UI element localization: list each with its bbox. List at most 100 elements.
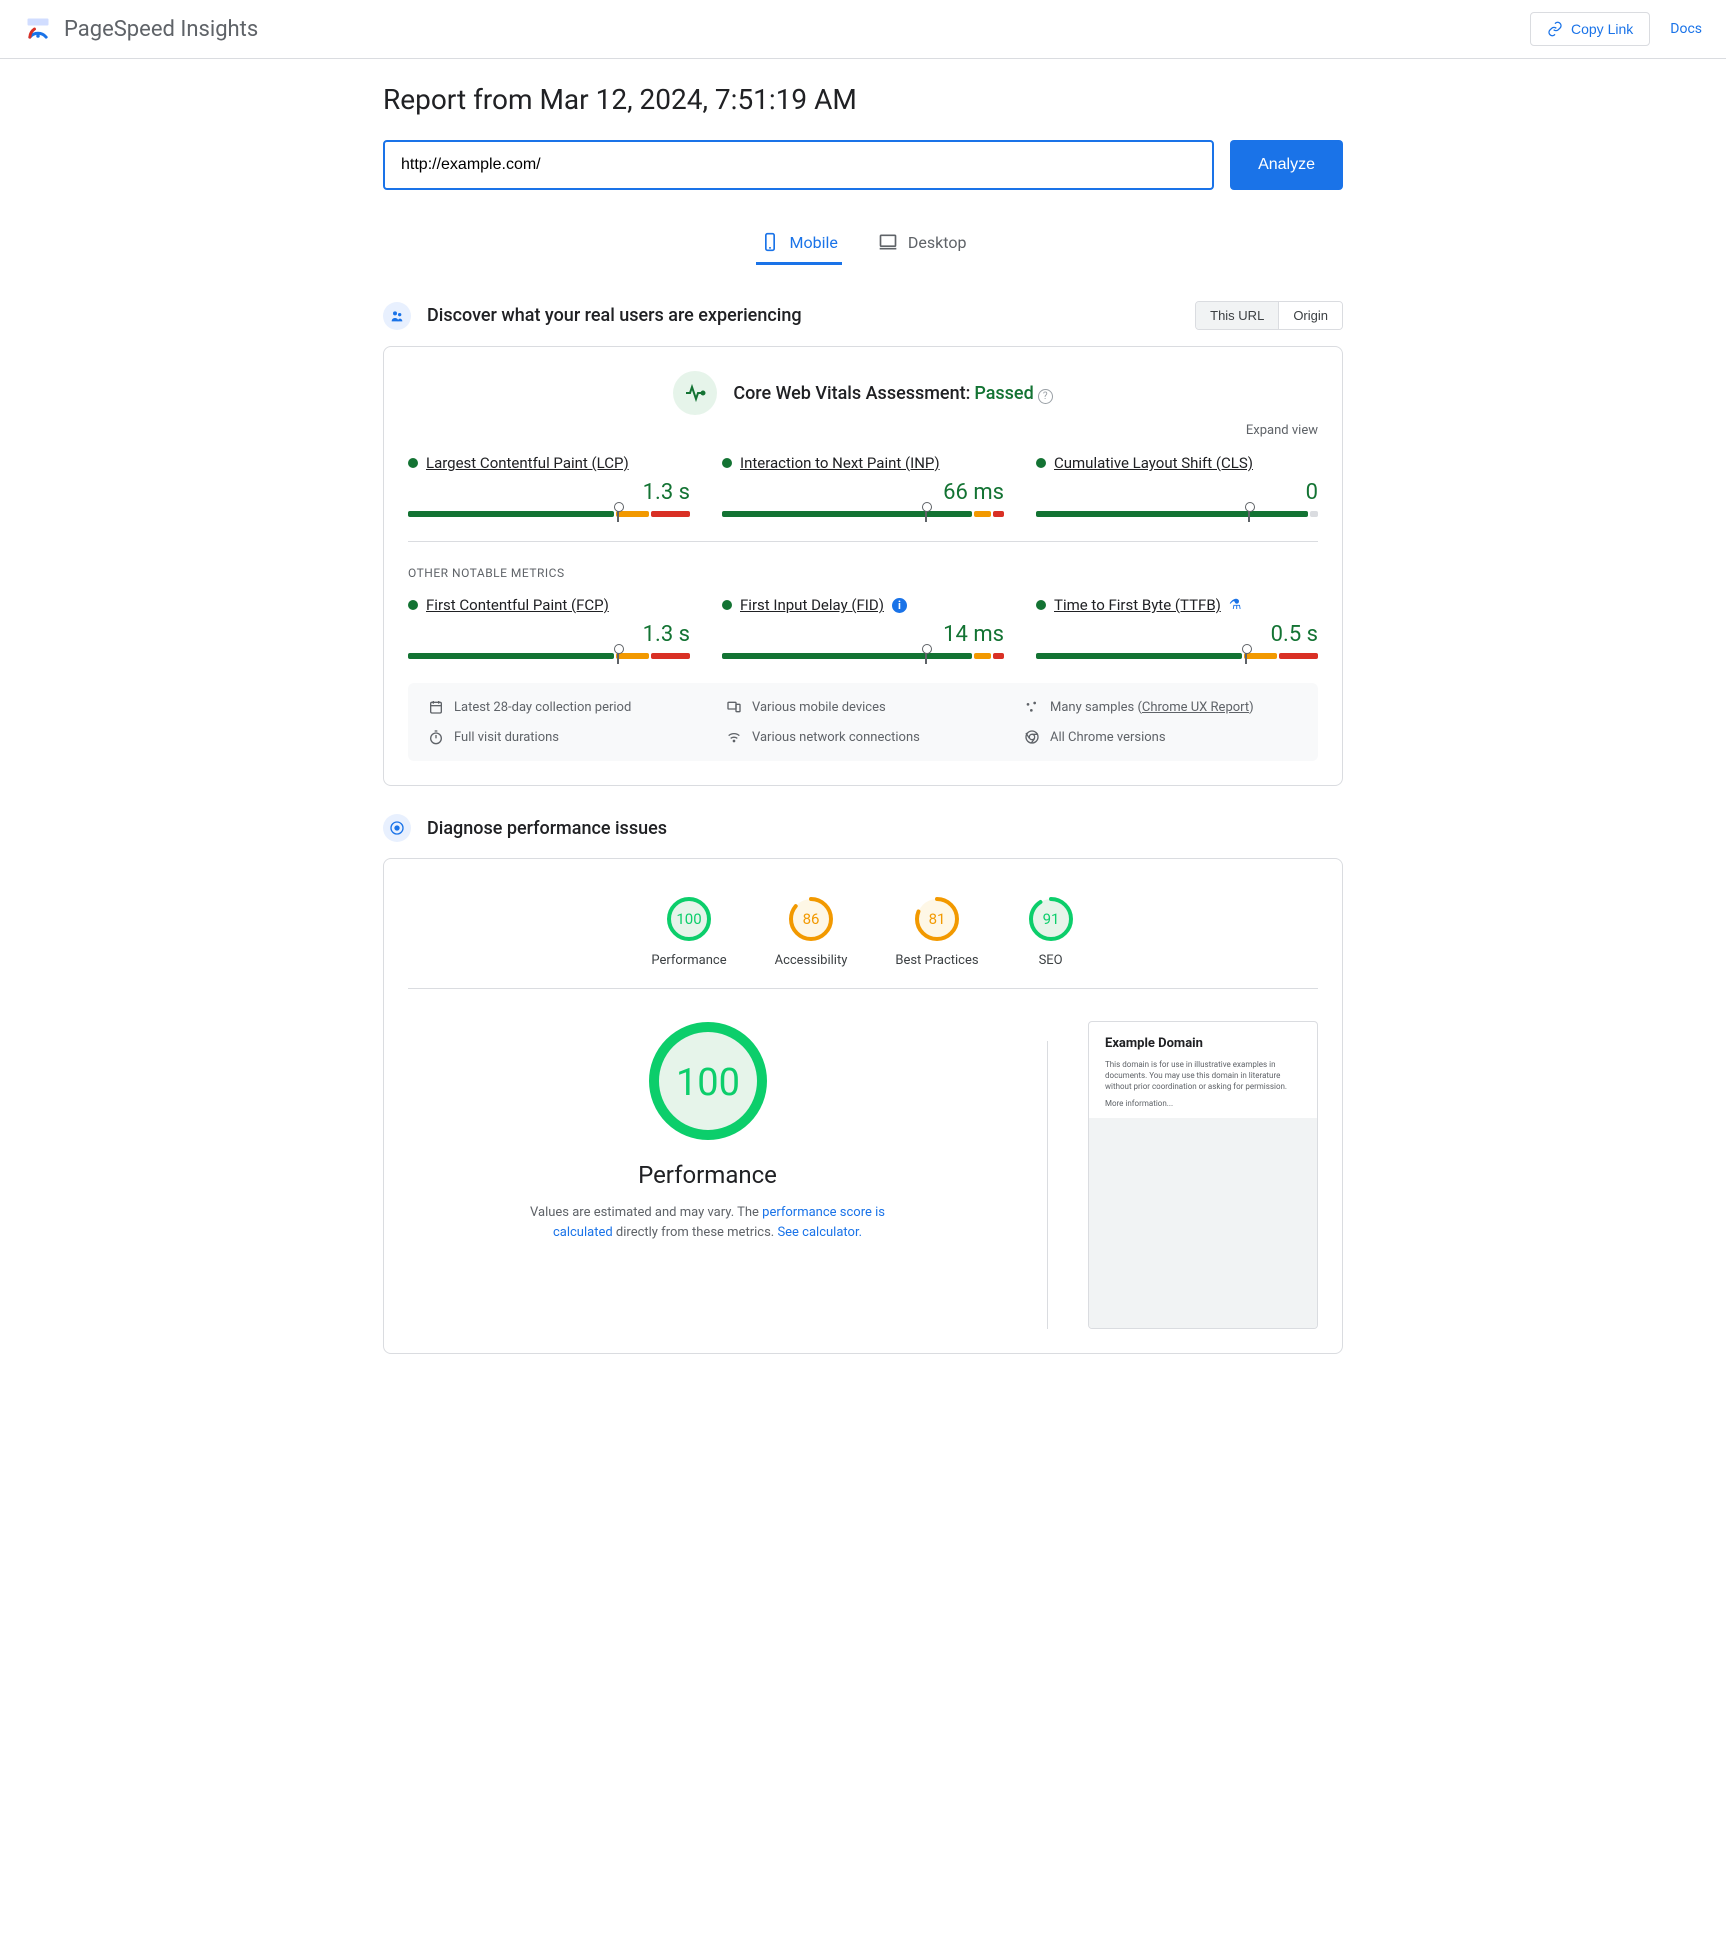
chrome-icon (1024, 729, 1040, 745)
stopwatch-icon (428, 729, 444, 745)
cwv-header: Core Web Vitals Assessment: Passed ? (408, 371, 1318, 415)
analyze-button[interactable]: Analyze (1230, 140, 1343, 190)
status-dot-icon (1036, 600, 1046, 610)
cwv-card: Core Web Vitals Assessment: Passed ? Exp… (383, 346, 1343, 786)
status-dot-icon (722, 458, 732, 468)
perf-right: Example Domain This domain is for use in… (1088, 1021, 1318, 1329)
cwv-status: Passed (974, 383, 1033, 404)
preview-link: More information... (1105, 1099, 1301, 1108)
metric-fcp: First Contentful Paint (FCP) 1.3 s (408, 596, 690, 659)
origin-button[interactable]: Origin (1278, 302, 1342, 329)
metric-distribution-bar (722, 653, 1004, 659)
scatter-icon (1024, 699, 1040, 715)
gauge-circle-icon: 81 (913, 895, 961, 943)
svg-text:91: 91 (1042, 910, 1059, 928)
this-url-button[interactable]: This URL (1196, 302, 1278, 329)
metric-distribution-bar (722, 511, 1004, 517)
status-dot-icon (722, 600, 732, 610)
gauge-circle-icon: 86 (787, 895, 835, 943)
svg-text:81: 81 (929, 910, 946, 928)
info-samples: Many samples (Chrome UX Report) (1024, 699, 1298, 715)
preview-title: Example Domain (1105, 1036, 1301, 1051)
calendar-icon (428, 699, 444, 715)
app-header: PageSpeed Insights Copy Link Docs (0, 0, 1726, 59)
url-input[interactable] (383, 140, 1214, 190)
tab-desktop[interactable]: Desktop (874, 222, 971, 265)
cwv-title-row: Core Web Vitals Assessment: Passed ? (733, 383, 1052, 404)
gauge-best-practices[interactable]: 81 Best Practices (895, 895, 978, 968)
metric-value: 1.3 s (408, 622, 690, 647)
main-container: Report from Mar 12, 2024, 7:51:19 AM Ana… (383, 59, 1343, 1442)
gauge-label: Accessibility (775, 953, 848, 968)
info-networks-text: Various network connections (752, 730, 920, 745)
help-icon[interactable]: ? (1038, 389, 1053, 404)
percentile-marker-icon (617, 506, 619, 522)
gauge-circle-icon: 91 (1027, 895, 1075, 943)
status-dot-icon (1036, 458, 1046, 468)
diagnose-title: Diagnose performance issues (427, 818, 667, 839)
gauge-circle-icon: 100 (665, 895, 713, 943)
svg-text:100: 100 (675, 1061, 739, 1105)
metric-name-link[interactable]: First Input Delay (FID) (740, 596, 884, 614)
see-calculator-link[interactable]: See calculator. (777, 1225, 862, 1240)
pulse-icon (673, 371, 717, 415)
header-right: Copy Link Docs (1530, 12, 1702, 46)
info-networks: Various network connections (726, 729, 1000, 745)
metric-distribution-bar (1036, 511, 1318, 517)
vertical-divider (1047, 1041, 1048, 1329)
percentile-marker-icon (925, 506, 927, 522)
expand-view-link[interactable]: Expand view (408, 423, 1318, 438)
app-title: PageSpeed Insights (64, 17, 258, 42)
copy-link-button[interactable]: Copy Link (1530, 12, 1650, 46)
link-icon (1547, 21, 1563, 37)
percentile-marker-icon (617, 648, 619, 664)
gauge-label: SEO (1039, 953, 1063, 968)
page-preview: Example Domain This domain is for use in… (1088, 1021, 1318, 1329)
preview-head: Example Domain This domain is for use in… (1089, 1022, 1317, 1118)
gauge-seo[interactable]: 91 SEO (1027, 895, 1075, 968)
gauge-label: Best Practices (895, 953, 978, 968)
gauges-row: 100 Performance 86 Accessibility 81 Best… (408, 883, 1318, 989)
gauge-performance[interactable]: 100 Performance (651, 895, 726, 968)
metric-name-link[interactable]: Cumulative Layout Shift (CLS) (1054, 454, 1253, 472)
cwv-metrics-grid: Largest Contentful Paint (LCP) 1.3 s Int… (408, 454, 1318, 517)
metric-fid: First Input Delay (FID) i 14 ms (722, 596, 1004, 659)
diagnose-section-header: Diagnose performance issues (383, 814, 1343, 842)
metric-value: 1.3 s (408, 480, 690, 505)
info-versions-text: All Chrome versions (1050, 730, 1166, 745)
metric-value: 66 ms (722, 480, 1004, 505)
status-dot-icon (408, 458, 418, 468)
perf-note: Values are estimated and may vary. The p… (518, 1203, 898, 1242)
header-left: PageSpeed Insights (24, 15, 258, 43)
info-period: Latest 28-day collection period (428, 699, 702, 715)
tab-mobile[interactable]: Mobile (756, 222, 842, 265)
metric-name-link[interactable]: Interaction to Next Paint (INP) (740, 454, 940, 472)
desktop-icon (878, 232, 898, 252)
metric-name-link[interactable]: First Contentful Paint (FCP) (426, 596, 609, 614)
metric-name-link[interactable]: Time to First Byte (TTFB) (1054, 596, 1221, 614)
gauge-accessibility[interactable]: 86 Accessibility (775, 895, 848, 968)
metric-value: 0 (1036, 480, 1318, 505)
users-icon (383, 302, 411, 330)
discover-section-header: Discover what your real users are experi… (383, 301, 1343, 330)
docs-link[interactable]: Docs (1670, 21, 1702, 37)
info-durations-text: Full visit durations (454, 730, 559, 745)
divider (408, 541, 1318, 542)
tab-desktop-label: Desktop (908, 233, 967, 252)
devices-icon (726, 699, 742, 715)
gauge-label: Performance (651, 953, 726, 968)
report-title: Report from Mar 12, 2024, 7:51:19 AM (383, 83, 1343, 116)
perf-detail: 100 Performance Values are estimated and… (408, 1021, 1318, 1329)
device-tabs: Mobile Desktop (383, 222, 1343, 265)
perf-left: 100 Performance Values are estimated and… (408, 1021, 1007, 1242)
metric-name-link[interactable]: Largest Contentful Paint (LCP) (426, 454, 629, 472)
preview-text: This domain is for use in illustrative e… (1105, 1059, 1301, 1093)
metric-distribution-bar (1036, 653, 1318, 659)
diagnose-left: Diagnose performance issues (383, 814, 667, 842)
cwv-label: Core Web Vitals Assessment: (733, 383, 970, 404)
metric-value: 0.5 s (1036, 622, 1318, 647)
info-badge-icon[interactable]: i (892, 598, 907, 613)
url-row: Analyze (383, 140, 1343, 190)
chrome-ux-link[interactable]: Chrome UX Report (1142, 700, 1249, 715)
percentile-marker-icon (925, 648, 927, 664)
